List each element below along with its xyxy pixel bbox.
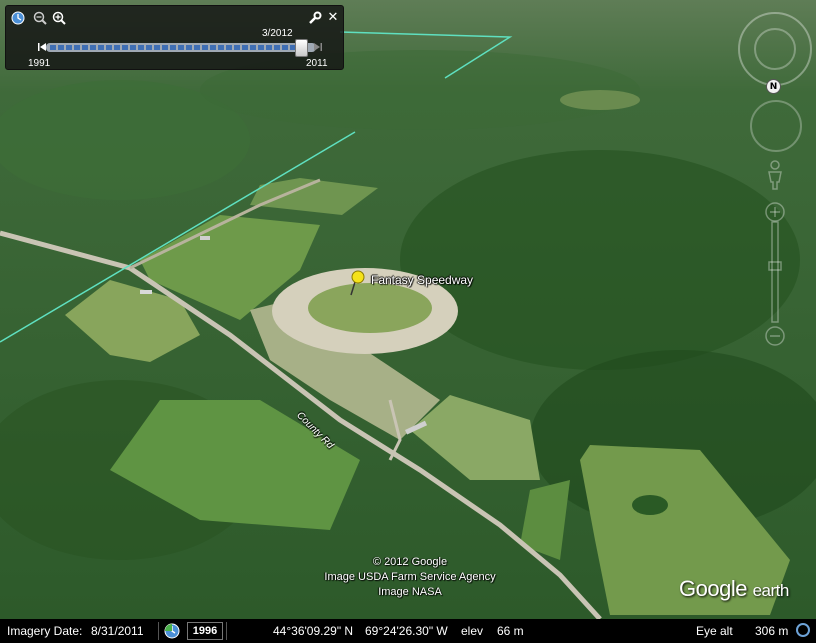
placemark-label[interactable]: Fantasy Speedway bbox=[371, 273, 473, 287]
elev-value: 66 m bbox=[497, 624, 524, 638]
google-earth-logo: Google earth bbox=[679, 576, 789, 602]
placemark-pushpin-icon[interactable] bbox=[348, 270, 366, 296]
imagery-date-label: Imagery Date: bbox=[7, 624, 83, 638]
historical-imagery-panel: ✕ 3/2012 1991 2011 bbox=[5, 5, 344, 70]
imagery-date-value: 8/31/2011 bbox=[91, 624, 144, 638]
look-joystick[interactable] bbox=[738, 12, 812, 86]
longitude: 69°24'26.30" W bbox=[365, 624, 448, 638]
north-indicator[interactable]: N bbox=[766, 79, 781, 94]
map-viewport[interactable]: Fantasy Speedway County Rd ✕ 3/2012 1991… bbox=[0, 0, 816, 619]
attribution-line: Image USDA Farm Service Agency bbox=[324, 571, 496, 583]
close-icon[interactable]: ✕ bbox=[326, 11, 340, 25]
street-view-person-icon[interactable] bbox=[763, 160, 787, 190]
status-bar: Imagery Date: 8/31/2011 1996 44°36'09.29… bbox=[0, 619, 816, 643]
slider-end-year: 2011 bbox=[306, 58, 328, 69]
zoom-in-icon[interactable] bbox=[52, 11, 66, 25]
slider-current-date: 3/2012 bbox=[262, 28, 293, 39]
imagery-attribution: © 2012 Google Image USDA Farm Service Ag… bbox=[300, 555, 520, 600]
streaming-indicator-icon bbox=[796, 623, 810, 637]
zoom-slider[interactable] bbox=[763, 200, 787, 350]
logo-earth: earth bbox=[752, 581, 790, 600]
time-slider-track[interactable] bbox=[46, 43, 316, 52]
logo-google: Google bbox=[679, 576, 747, 601]
move-joystick[interactable] bbox=[750, 100, 802, 152]
terrain-imagery bbox=[0, 0, 816, 619]
time-slider-thumb[interactable] bbox=[295, 39, 308, 57]
wrench-icon[interactable] bbox=[308, 11, 322, 25]
slider-next-icon[interactable] bbox=[313, 41, 323, 53]
slider-start-year: 1991 bbox=[28, 58, 51, 69]
attribution-line: Image NASA bbox=[378, 586, 442, 598]
zoom-out-icon[interactable] bbox=[33, 11, 47, 25]
eye-alt-value: 306 m bbox=[755, 624, 789, 638]
elev-label: elev bbox=[461, 624, 484, 638]
latitude: 44°36'09.29" N bbox=[273, 624, 354, 638]
historical-imagery-icon[interactable] bbox=[164, 623, 180, 639]
clock-icon[interactable] bbox=[11, 11, 25, 25]
historical-year-box[interactable]: 1996 bbox=[187, 622, 223, 640]
eye-alt-label: Eye alt bbox=[696, 624, 733, 638]
attribution-line: © 2012 Google bbox=[372, 556, 448, 568]
track-infield bbox=[308, 283, 432, 333]
